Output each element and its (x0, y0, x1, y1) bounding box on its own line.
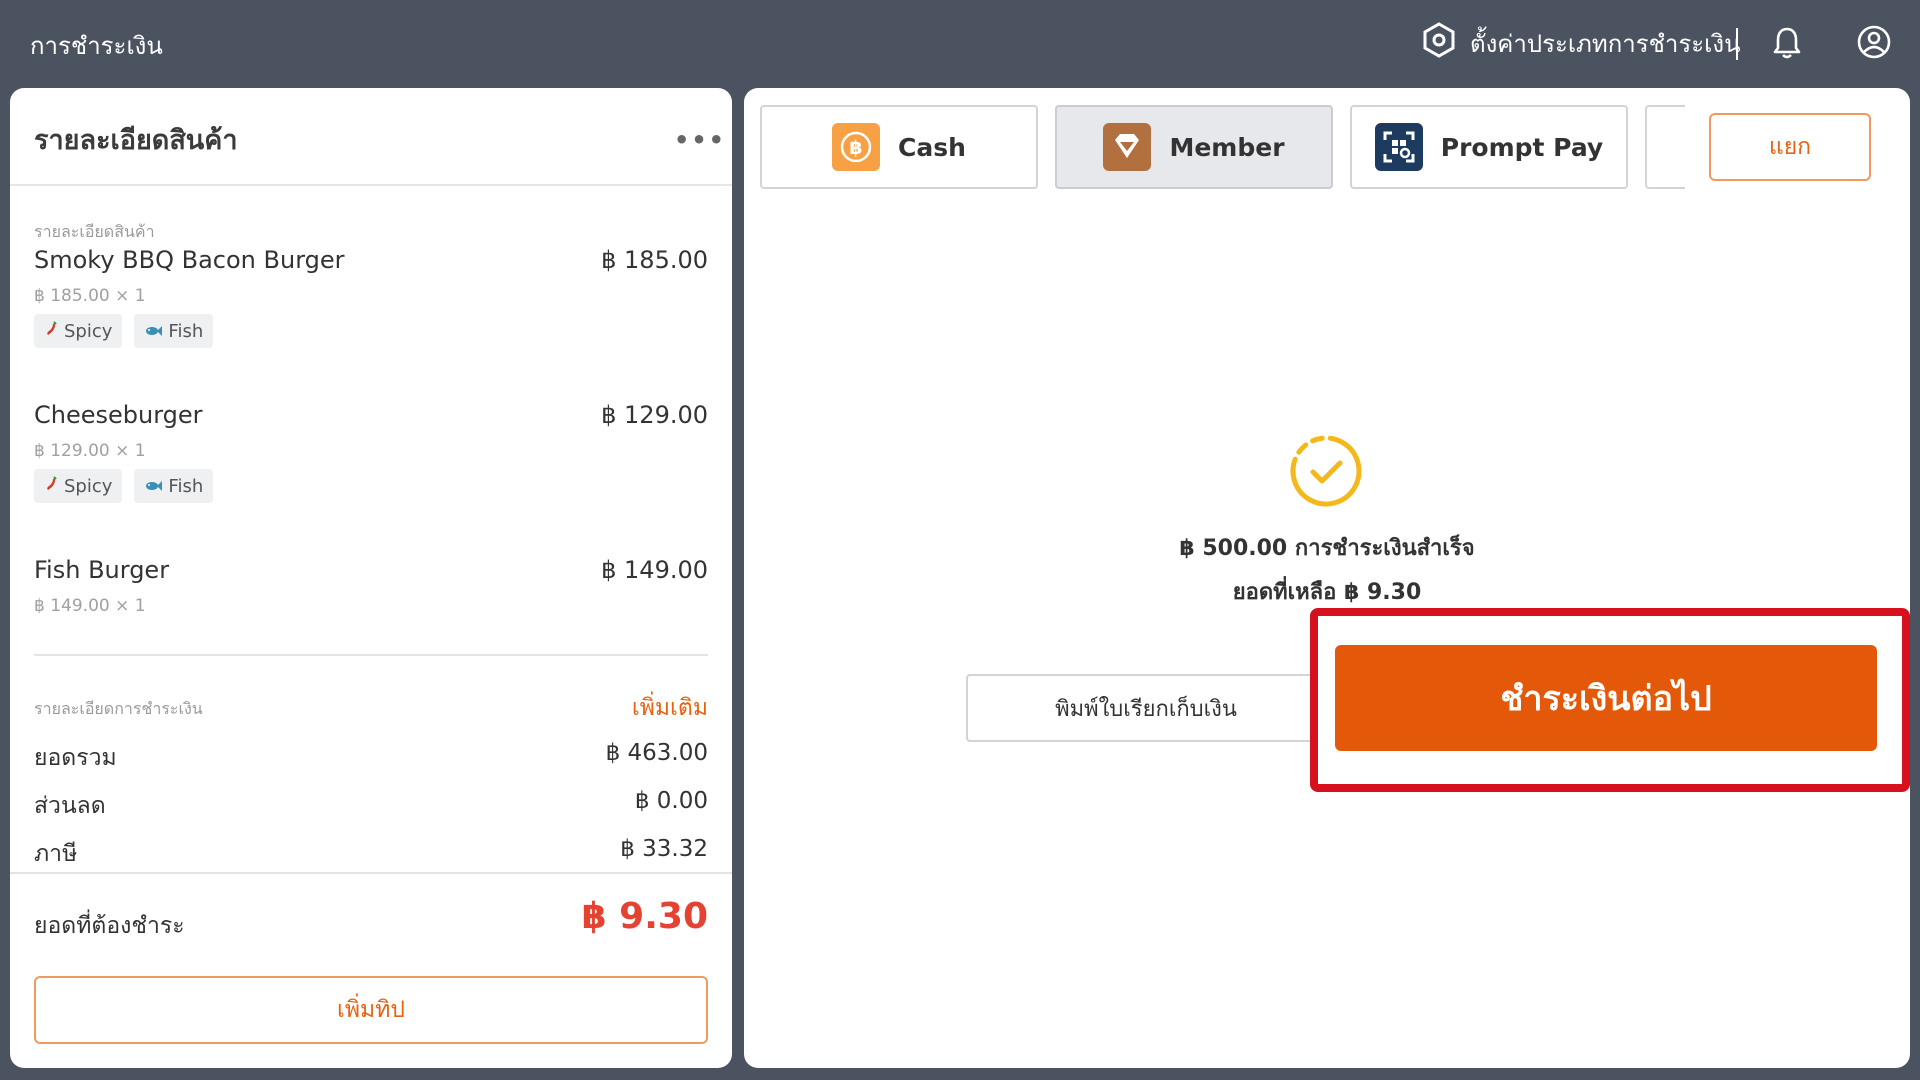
item-unit-price: ฿ 185.00 × 1 (34, 286, 146, 306)
payment-success-icon (1288, 433, 1364, 513)
list-item: Fish Burger ฿ 149.00 ฿ 149.00 × 1 (34, 556, 708, 616)
more-link[interactable]: เพิ่มเติม (632, 690, 708, 726)
list-item: Smoky BBQ Bacon Burger ฿ 185.00 ฿ 185.00… (34, 246, 708, 348)
payment-method-member[interactable]: Member (1055, 105, 1333, 189)
remaining-balance-text: ยอดที่เหลือ ฿ 9.30 (1232, 580, 1422, 605)
summary-row-discount: ส่วนลด ฿ 0.00 (34, 788, 708, 824)
tag-label: Fish (168, 320, 204, 342)
list-item: Cheeseburger ฿ 129.00 ฿ 129.00 × 1 Spicy… (34, 401, 708, 503)
settings-label: ตั้งค่าประเภทการชำระเงิน (1470, 29, 1741, 58)
payment-method-cash[interactable]: ฿ Cash (760, 105, 1038, 189)
summary-row-tax: ภาษี ฿ 33.32 (34, 836, 708, 872)
payment-method-more[interactable] (1645, 105, 1685, 189)
summary-value: ฿ 33.32 (620, 836, 708, 862)
payment-method-label: Cash (898, 132, 966, 162)
summary-row-subtotal: ยอดรวม ฿ 463.00 (34, 740, 708, 776)
fish-icon (144, 321, 163, 342)
payment-success-text: ฿ 500.00 การชำระเงินสำเร็จ (1179, 536, 1475, 561)
payment-type-settings-button[interactable]: ตั้งค่าประเภทการชำระเงิน (1422, 22, 1740, 64)
item-price: ฿ 129.00 (601, 401, 708, 429)
product-details-panel: รายละเอียดสินค้า ••• รายละเอียดสินค้า Sm… (10, 88, 732, 1068)
tag-fish: Fish (134, 469, 214, 503)
payment-panel: ฿ Cash Member Prompt Pay แยก ฿ 500.00 กา… (744, 88, 1910, 1068)
add-tip-button[interactable]: เพิ่มทิป (34, 976, 708, 1044)
tag-label: Spicy (64, 475, 113, 497)
item-price: ฿ 185.00 (601, 246, 708, 274)
header-divider (1736, 28, 1738, 60)
bell-icon[interactable] (1772, 26, 1802, 64)
product-panel-title: รายละเอียดสินค้า (34, 125, 238, 156)
footer-divider (10, 872, 732, 874)
item-unit-price: ฿ 149.00 × 1 (34, 596, 146, 616)
fish-icon (144, 476, 163, 497)
baht-coin-icon: ฿ (832, 123, 881, 171)
tag-fish: Fish (134, 314, 214, 348)
payment-method-promptpay[interactable]: Prompt Pay (1350, 105, 1628, 189)
item-unit-price: ฿ 129.00 × 1 (34, 441, 146, 461)
product-panel-header: รายละเอียดสินค้า ••• (10, 88, 732, 186)
payment-section-label: รายละเอียดการชำระเงิน (34, 699, 203, 718)
tag-spicy: Spicy (34, 469, 123, 503)
summary-label: ยอดรวม (34, 745, 117, 771)
summary-value: ฿ 0.00 (634, 788, 708, 814)
user-account-icon[interactable] (1856, 24, 1892, 64)
settings-hexagon-icon (1422, 22, 1456, 64)
items-divider (34, 654, 708, 656)
payment-method-label: Prompt Pay (1440, 132, 1604, 162)
item-price: ฿ 149.00 (601, 556, 708, 584)
tag-label: Fish (168, 475, 204, 497)
summary-label: ส่วนลด (34, 793, 106, 819)
continue-payment-button[interactable]: ชำระเงินต่อไป (1335, 645, 1877, 751)
svg-text:฿: ฿ (849, 137, 862, 159)
chili-icon (44, 320, 58, 342)
split-payment-button[interactable]: แยก (1709, 113, 1871, 181)
top-bar: การชำระเงิน ตั้งค่าประเภทการชำระเงิน (0, 0, 1920, 88)
tag-spicy: Spicy (34, 314, 123, 348)
payment-section-header: รายละเอียดการชำระเงิน เพิ่มเติม (34, 694, 708, 722)
more-options-icon[interactable]: ••• (674, 126, 726, 154)
amount-due-label: ยอดที่ต้องชำระ (34, 913, 185, 939)
summary-label: ภาษี (34, 841, 78, 867)
page-title: การชำระเงิน (30, 32, 163, 60)
print-receipt-button[interactable]: พิมพ์ใบเรียกเก็บเงิน (966, 674, 1326, 742)
member-diamond-icon (1103, 123, 1152, 171)
amount-due-value: ฿ 9.30 (581, 896, 708, 937)
product-section-label: รายละเอียดสินค้า (34, 222, 155, 241)
chili-icon (44, 475, 58, 497)
qr-scan-icon (1374, 123, 1423, 171)
tag-label: Spicy (64, 320, 113, 342)
payment-method-label: Member (1169, 132, 1285, 162)
summary-value: ฿ 463.00 (605, 740, 708, 766)
